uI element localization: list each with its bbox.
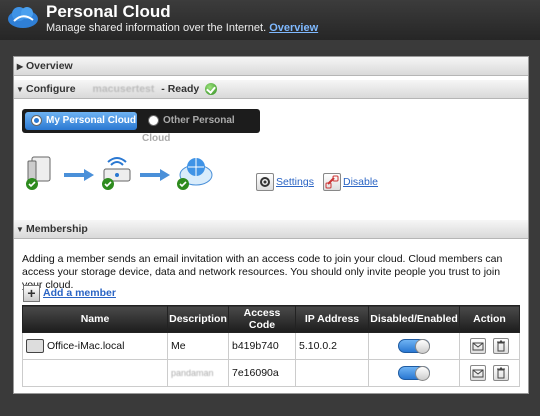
disable-link[interactable]: Disable bbox=[343, 176, 378, 188]
member-description: Me bbox=[167, 332, 229, 360]
radio-selected-icon bbox=[31, 114, 42, 126]
add-member-icon[interactable]: + bbox=[23, 285, 40, 302]
column-header-ip-address: IP Address bbox=[295, 305, 369, 333]
member-access-code: 7e16090a bbox=[228, 359, 296, 387]
ready-check-icon bbox=[205, 83, 218, 96]
members-table: Name Description Access Code IP Address … bbox=[22, 305, 520, 387]
member-action-cell bbox=[459, 332, 520, 360]
arrow-right-icon bbox=[140, 169, 170, 181]
collapse-triangle-icon: ▼ bbox=[16, 225, 24, 234]
member-action-cell bbox=[459, 359, 520, 387]
configure-username: macusertest bbox=[92, 83, 155, 95]
table-header-row: Name Description Access Code IP Address … bbox=[22, 305, 520, 333]
column-header-description: Description bbox=[167, 305, 229, 333]
main-panel: ▶ Overview ▼ Configure macusertest - Ready… bbox=[13, 56, 529, 394]
configure-section-title: Configure bbox=[26, 83, 76, 95]
enabled-toggle[interactable] bbox=[398, 339, 430, 354]
column-header-access-code: Access Code bbox=[228, 305, 296, 333]
overview-link[interactable]: Overview bbox=[269, 22, 318, 34]
overview-section-title: Overview bbox=[26, 60, 73, 72]
arrow-right-icon bbox=[64, 169, 94, 181]
router-wifi-icon bbox=[102, 157, 131, 190]
overview-section-header[interactable]: ▶ Overview bbox=[14, 57, 528, 76]
column-header-action: Action bbox=[459, 305, 520, 333]
column-header-enabled: Disabled/Enabled bbox=[368, 305, 460, 333]
member-description: pandaman bbox=[167, 359, 229, 387]
app-subtitle: Manage shared information over the Inter… bbox=[46, 22, 318, 34]
table-row: pandaman 7e16090a bbox=[22, 359, 520, 387]
member-name-cell: Office-iMac.local bbox=[22, 332, 168, 360]
cloud-type-toggle: My Personal Cloud Other Personal Cloud bbox=[22, 109, 260, 144]
other-personal-cloud-option[interactable]: Other Personal Cloud bbox=[142, 112, 254, 144]
member-name bbox=[22, 359, 168, 387]
expand-triangle-icon: ▶ bbox=[16, 62, 24, 71]
imac-icon bbox=[26, 339, 44, 353]
disable-link-icon[interactable] bbox=[323, 173, 341, 191]
member-access-code: b419b740 bbox=[228, 332, 296, 360]
membership-section-header[interactable]: ▼ Membership bbox=[14, 220, 528, 239]
radio-unselected-icon bbox=[148, 114, 159, 126]
cloud-globe-icon bbox=[177, 158, 213, 190]
enabled-toggle[interactable] bbox=[398, 366, 430, 381]
configure-section-header[interactable]: ▼ Configure macusertest - Ready bbox=[14, 80, 528, 99]
add-member-link[interactable]: Add a member bbox=[43, 287, 116, 299]
membership-section-title: Membership bbox=[26, 223, 88, 235]
settings-gear-icon[interactable] bbox=[256, 173, 274, 191]
member-ip-address bbox=[295, 359, 369, 387]
storage-device-icon bbox=[26, 156, 51, 190]
trash-icon[interactable] bbox=[492, 338, 509, 354]
my-cloud-label: My Personal Cloud bbox=[46, 115, 137, 126]
member-enabled-cell bbox=[368, 332, 460, 360]
trash-icon[interactable] bbox=[492, 365, 509, 381]
collapse-triangle-icon: ▼ bbox=[16, 85, 24, 94]
cloud-logo-icon bbox=[8, 7, 38, 28]
column-header-name: Name bbox=[22, 305, 168, 333]
app-title: Personal Cloud bbox=[46, 2, 171, 21]
member-enabled-cell bbox=[368, 359, 460, 387]
settings-link[interactable]: Settings bbox=[276, 176, 314, 188]
configure-status: - Ready bbox=[161, 83, 200, 95]
app-header: Personal Cloud Manage shared information… bbox=[0, 0, 540, 40]
email-icon[interactable] bbox=[470, 338, 487, 354]
member-name: Office-iMac.local bbox=[47, 339, 125, 352]
toggle-knob bbox=[415, 366, 430, 381]
member-ip-address: 5.10.0.2 bbox=[295, 332, 369, 360]
subtitle-text: Manage shared information over the Inter… bbox=[46, 22, 267, 34]
my-personal-cloud-option[interactable]: My Personal Cloud bbox=[25, 112, 137, 130]
email-icon[interactable] bbox=[470, 365, 487, 381]
table-row: Office-iMac.local Me b419b740 5.10.0.2 bbox=[22, 332, 520, 360]
toggle-knob bbox=[415, 339, 430, 354]
